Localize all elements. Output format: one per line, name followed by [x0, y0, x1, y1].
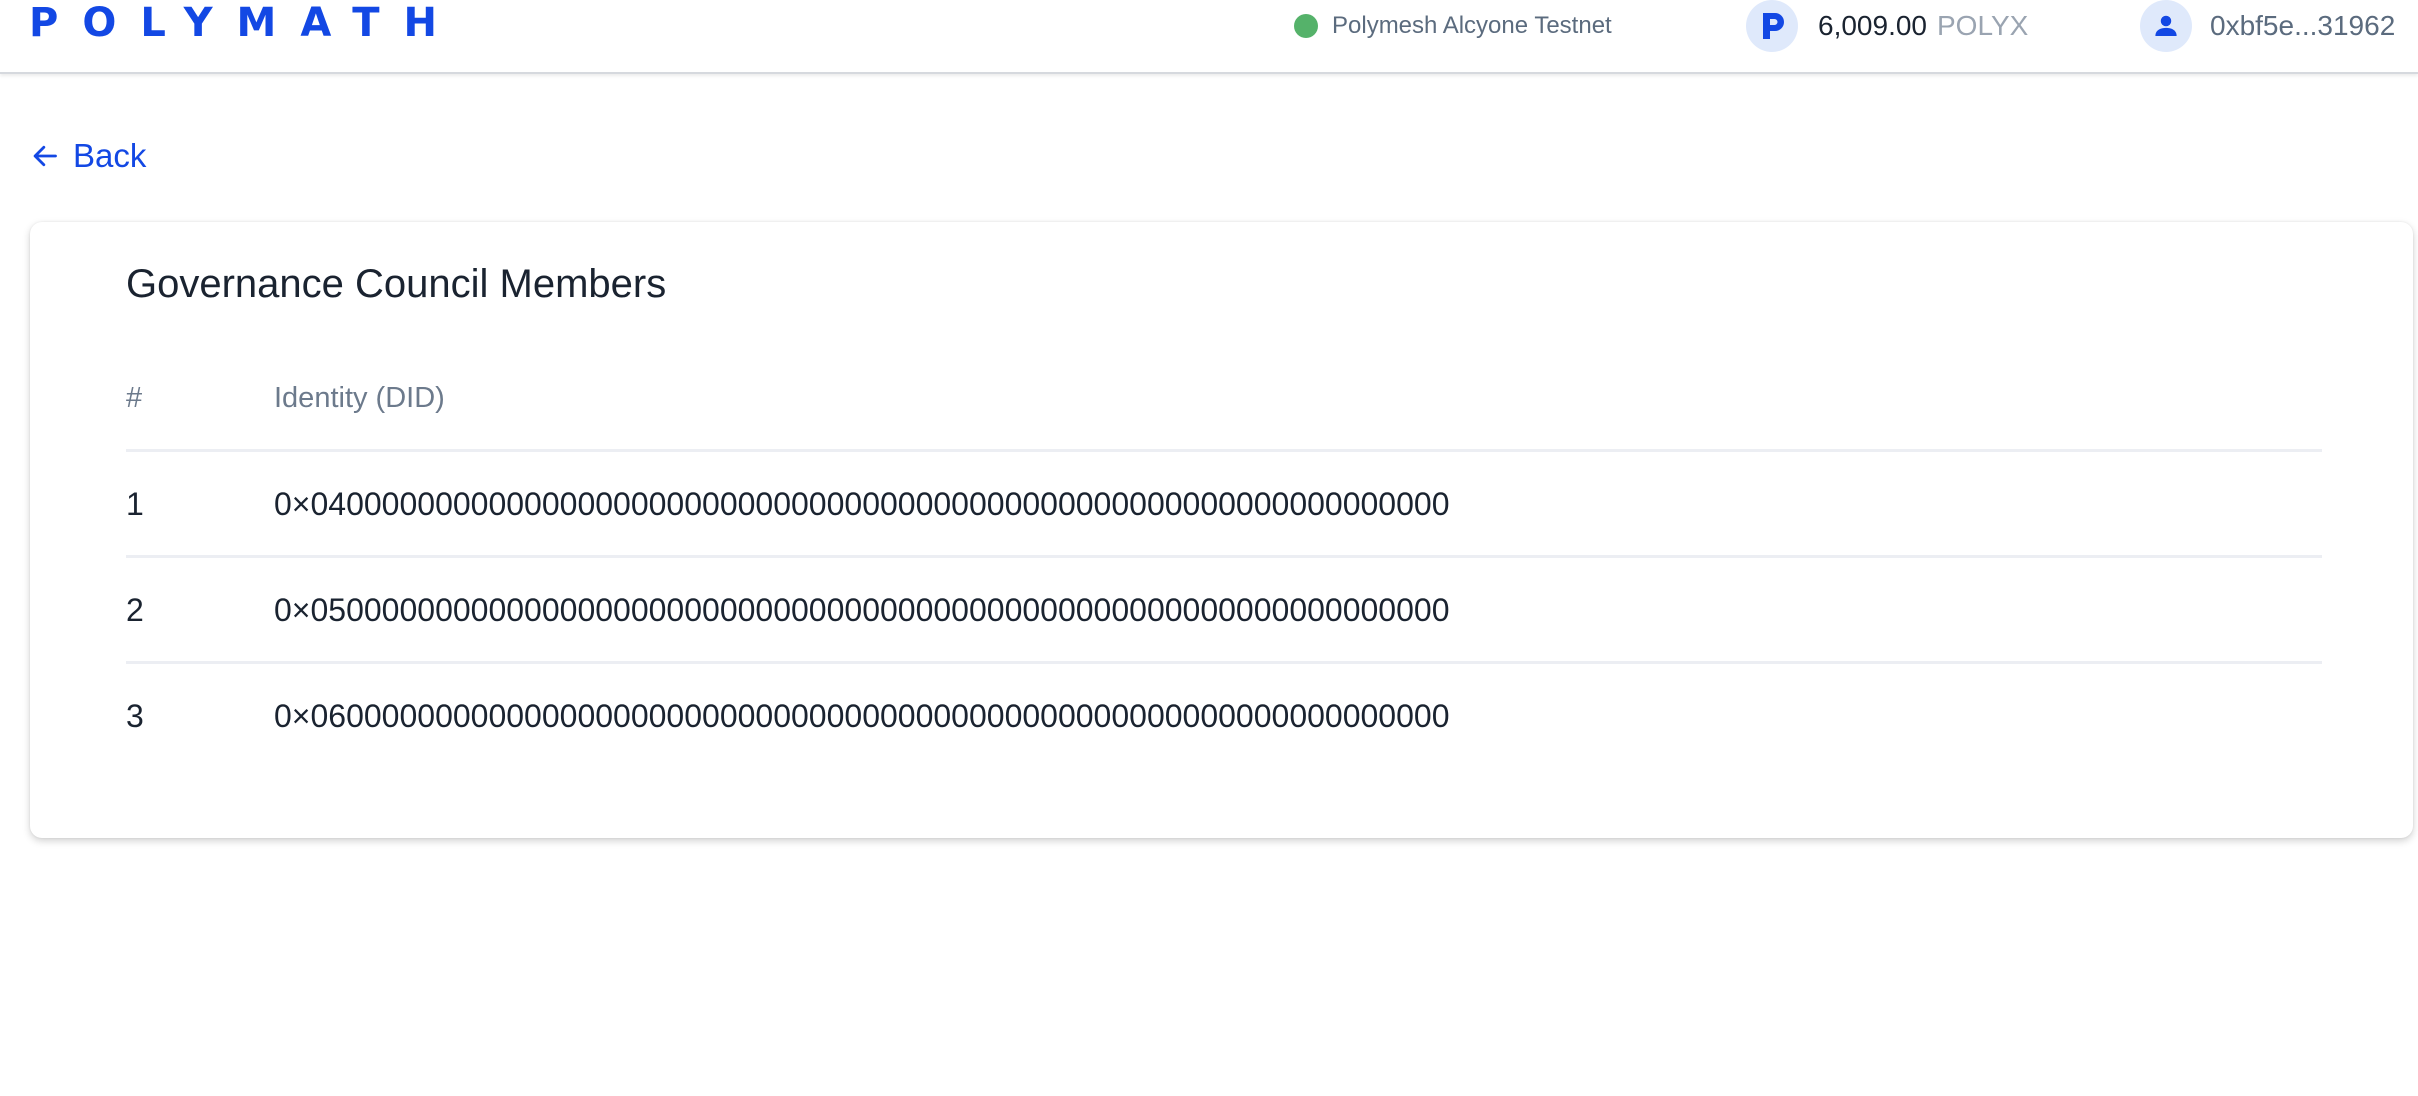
table-row: 1 0×040000000000000000000000000000000000… [126, 452, 2322, 558]
table-row: 2 0×050000000000000000000000000000000000… [126, 558, 2322, 664]
network-status-dot [1294, 14, 1318, 38]
row-identity: 0×06000000000000000000000000000000000000… [274, 698, 1450, 734]
row-index: 1 [126, 486, 144, 522]
network-name: Polymesh Alcyone Testnet [1332, 12, 1612, 39]
account-address: 0xbf5e...31962 [2210, 10, 2396, 41]
back-link[interactable]: Back [31, 136, 146, 176]
account-menu[interactable]: 0xbf5e...31962 [2140, 0, 2396, 52]
arrow-left-icon [33, 145, 57, 167]
row-identity: 0×04000000000000000000000000000000000000… [274, 486, 1450, 522]
row-index: 2 [126, 592, 144, 628]
column-header-identity: Identity (DID) [274, 382, 445, 414]
user-icon [2140, 0, 2192, 52]
card-title: Governance Council Members [126, 262, 667, 306]
row-identity: 0×05000000000000000000000000000000000000… [274, 592, 1450, 628]
back-label: Back [73, 137, 147, 174]
balance-amount: 6,009.00 [1818, 10, 1927, 41]
table-row: 3 0×060000000000000000000000000000000000… [126, 664, 2322, 770]
council-members-card: Governance Council Members # Identity (D… [30, 222, 2413, 838]
top-header: POLYMATH Polymesh Alcyone Testnet 6,009.… [0, 0, 2418, 74]
row-index: 3 [126, 698, 144, 734]
network-indicator[interactable]: Polymesh Alcyone Testnet [1294, 10, 1612, 42]
column-header-index: # [126, 382, 143, 414]
polymath-logo[interactable]: POLYMATH [29, 0, 461, 48]
polyx-token-icon [1746, 0, 1798, 52]
balance-unit: POLYX [1937, 10, 2029, 41]
table-header: # Identity (DID) [126, 377, 2322, 452]
balance-display: 6,009.00 POLYX [1746, 0, 2029, 52]
council-members-table: # Identity (DID) 1 0×0400000000000000000… [126, 377, 2322, 770]
